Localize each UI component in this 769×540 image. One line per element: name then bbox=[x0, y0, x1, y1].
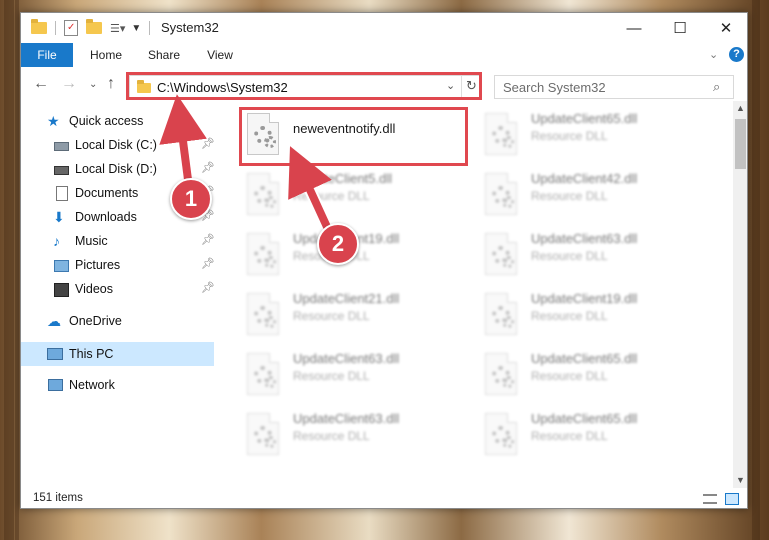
step-1-badge: 1 bbox=[170, 178, 212, 220]
annotation-arrows bbox=[159, 94, 339, 243]
step-2-badge: 2 bbox=[317, 223, 359, 265]
